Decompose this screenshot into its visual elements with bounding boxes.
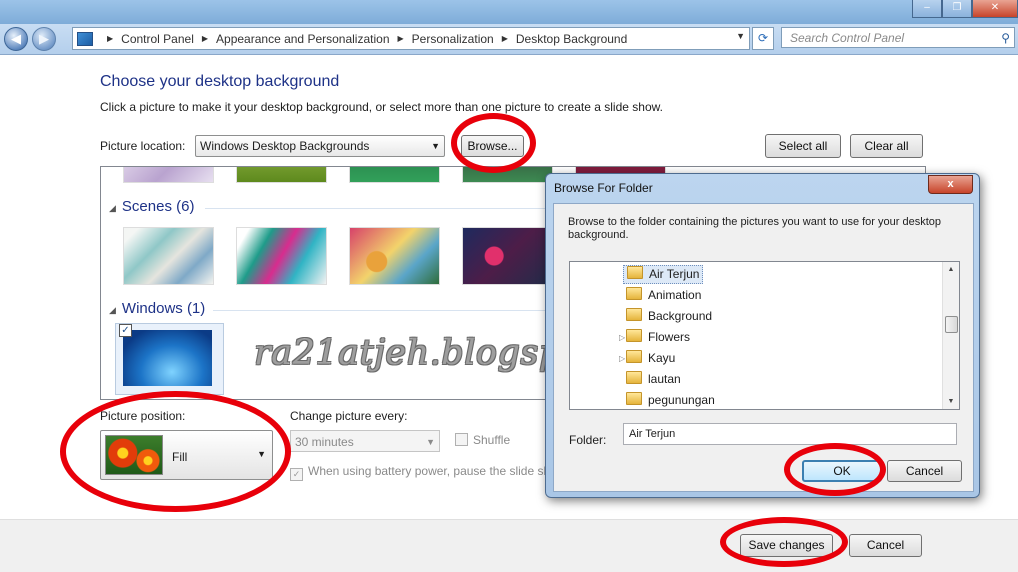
folder-item[interactable]: Background [626,307,712,326]
search-placeholder: Search Control Panel [790,31,905,45]
folder-item-label: Kayu [648,351,676,365]
highlight-ring-ok [784,443,886,496]
change-picture-label: Change picture every: [290,409,408,423]
picture-location-label: Picture location: [100,139,186,153]
change-interval-select[interactable]: 30 minutes ▼ [290,430,440,452]
breadcrumb-personalization[interactable]: Personalization [412,32,494,46]
checkbox-box[interactable] [455,433,468,446]
control-panel-icon [77,31,93,46]
folder-icon [626,392,642,405]
scrollbar-thumb[interactable] [945,316,958,333]
change-interval-value: 30 minutes [295,435,354,449]
picture-location-value: Windows Desktop Backgrounds [200,139,370,153]
scroll-up-icon[interactable]: ▲ [943,262,959,277]
page-title: Choose your desktop background [100,73,340,90]
wallpaper-thumbnail[interactable] [349,167,440,183]
shuffle-label: Shuffle [473,433,511,447]
chevron-down-icon[interactable]: ▼ [736,31,745,41]
wallpaper-thumbnail[interactable] [123,167,214,183]
folder-icon [626,308,642,321]
breadcrumb-separator-icon[interactable]: ▶ [502,34,508,43]
highlight-ring-browse [451,113,536,173]
back-button[interactable]: ◀ [4,27,28,51]
group-windows-title[interactable]: ◢ Windows (1) [109,300,205,317]
tree-scrollbar[interactable]: ▲ ▼ [942,262,959,409]
close-window-button[interactable]: ✕ [972,0,1018,18]
cancel-button[interactable]: Cancel [849,534,922,557]
folder-icon [626,329,642,342]
breadcrumb-separator-icon[interactable]: ▶ [107,34,113,43]
folder-item-label: Air Terjun [649,267,700,281]
breadcrumb-control-panel[interactable]: Control Panel [121,32,194,46]
highlight-ring-save [720,517,848,567]
minimize-button[interactable]: – [912,0,942,18]
wallpaper-thumbnail[interactable] [236,227,327,285]
folder-item[interactable]: pegunungan [626,391,715,409]
forward-button[interactable]: ▶ [32,27,56,51]
group-windows-label: Windows (1) [121,300,206,317]
collapse-triangle-icon[interactable]: ◢ [109,203,116,213]
chevron-down-icon: ▼ [431,141,440,151]
clear-all-button[interactable]: Clear all [850,134,923,158]
folder-icon [626,287,642,300]
folder-icon [627,266,643,279]
search-input[interactable]: Search Control Panel ⚲ [781,27,1015,48]
wallpaper-checkbox[interactable]: ✓ [119,324,132,337]
group-divider [205,208,545,209]
folder-field-label: Folder: [569,433,607,447]
highlight-ring-position [60,391,291,512]
group-scenes-label: Scenes (6) [121,198,195,215]
folder-item[interactable]: Flowers [626,328,690,347]
chevron-down-icon: ▼ [426,437,435,447]
group-divider [213,310,545,311]
battery-pause-label: When using battery power, pause the slid… [308,464,545,478]
folder-item[interactable]: Air Terjun [623,265,704,284]
page-description: Click a picture to make it your desktop … [100,100,663,114]
folder-item-label: Animation [648,288,702,302]
dialog-description: Browse to the folder containing the pict… [568,216,941,241]
folder-item[interactable]: Animation [626,286,701,305]
folder-item[interactable]: lautan [626,370,681,389]
group-scenes-title[interactable]: ◢ Scenes (6) [109,198,194,215]
breadcrumb-desktop-background[interactable]: Desktop Background [516,32,627,46]
wallpaper-thumbnail-windows[interactable] [123,330,212,386]
dialog-title: Browse For Folder [554,181,653,195]
wallpaper-thumbnail[interactable] [462,227,553,285]
window-titlebar: – ❐ ✕ [0,0,1018,24]
search-icon[interactable]: ⚲ [1001,28,1010,49]
window-controls: – ❐ ✕ [912,0,1018,18]
browse-folder-dialog: Browse For Folder x Browse to the folder… [545,173,980,498]
maximize-button[interactable]: ❐ [942,0,972,18]
select-all-button[interactable]: Select all [765,134,841,158]
expand-arrow-icon[interactable]: ▷ [619,349,625,368]
wallpaper-thumbnail[interactable] [349,227,440,285]
folder-item-label: Background [648,309,713,323]
refresh-icon[interactable]: ⟳ [752,27,774,50]
battery-pause-checkbox[interactable]: ✓ When using battery power, pause the sli… [290,464,545,481]
wallpaper-thumbnail[interactable] [123,227,214,285]
folder-item-label: pegunungan [648,393,715,407]
expand-arrow-icon[interactable]: ▷ [619,328,625,347]
folder-field[interactable]: Air Terjun [623,423,957,445]
breadcrumb[interactable]: ▶ Control Panel ▶ Appearance and Persona… [72,27,750,50]
breadcrumb-separator-icon[interactable]: ▶ [398,34,404,43]
folder-item-label: Flowers [648,330,691,344]
wallpaper-thumbnail[interactable] [236,167,327,183]
folder-item[interactable]: Kayu [626,349,675,368]
breadcrumb-appearance[interactable]: Appearance and Personalization [216,32,389,46]
shuffle-checkbox[interactable]: Shuffle [455,433,510,447]
folder-item-label: lautan [648,372,681,386]
folder-icon [626,371,642,384]
scroll-down-icon[interactable]: ▼ [943,394,959,409]
address-bar: ◀ ▶ ▶ Control Panel ▶ Appearance and Per… [0,24,1018,55]
picture-location-select[interactable]: Windows Desktop Backgrounds ▼ [195,135,445,157]
checkbox-box[interactable]: ✓ [290,468,303,481]
folder-tree[interactable]: Air Terjun Animation Background ▷ Flower… [569,261,960,410]
breadcrumb-separator-icon[interactable]: ▶ [202,34,208,43]
collapse-triangle-icon[interactable]: ◢ [109,305,116,315]
dialog-close-button[interactable]: x [928,175,973,194]
dialog-body: Browse to the folder containing the pict… [553,203,974,492]
dialog-cancel-button[interactable]: Cancel [887,460,962,482]
folder-icon [626,350,642,363]
